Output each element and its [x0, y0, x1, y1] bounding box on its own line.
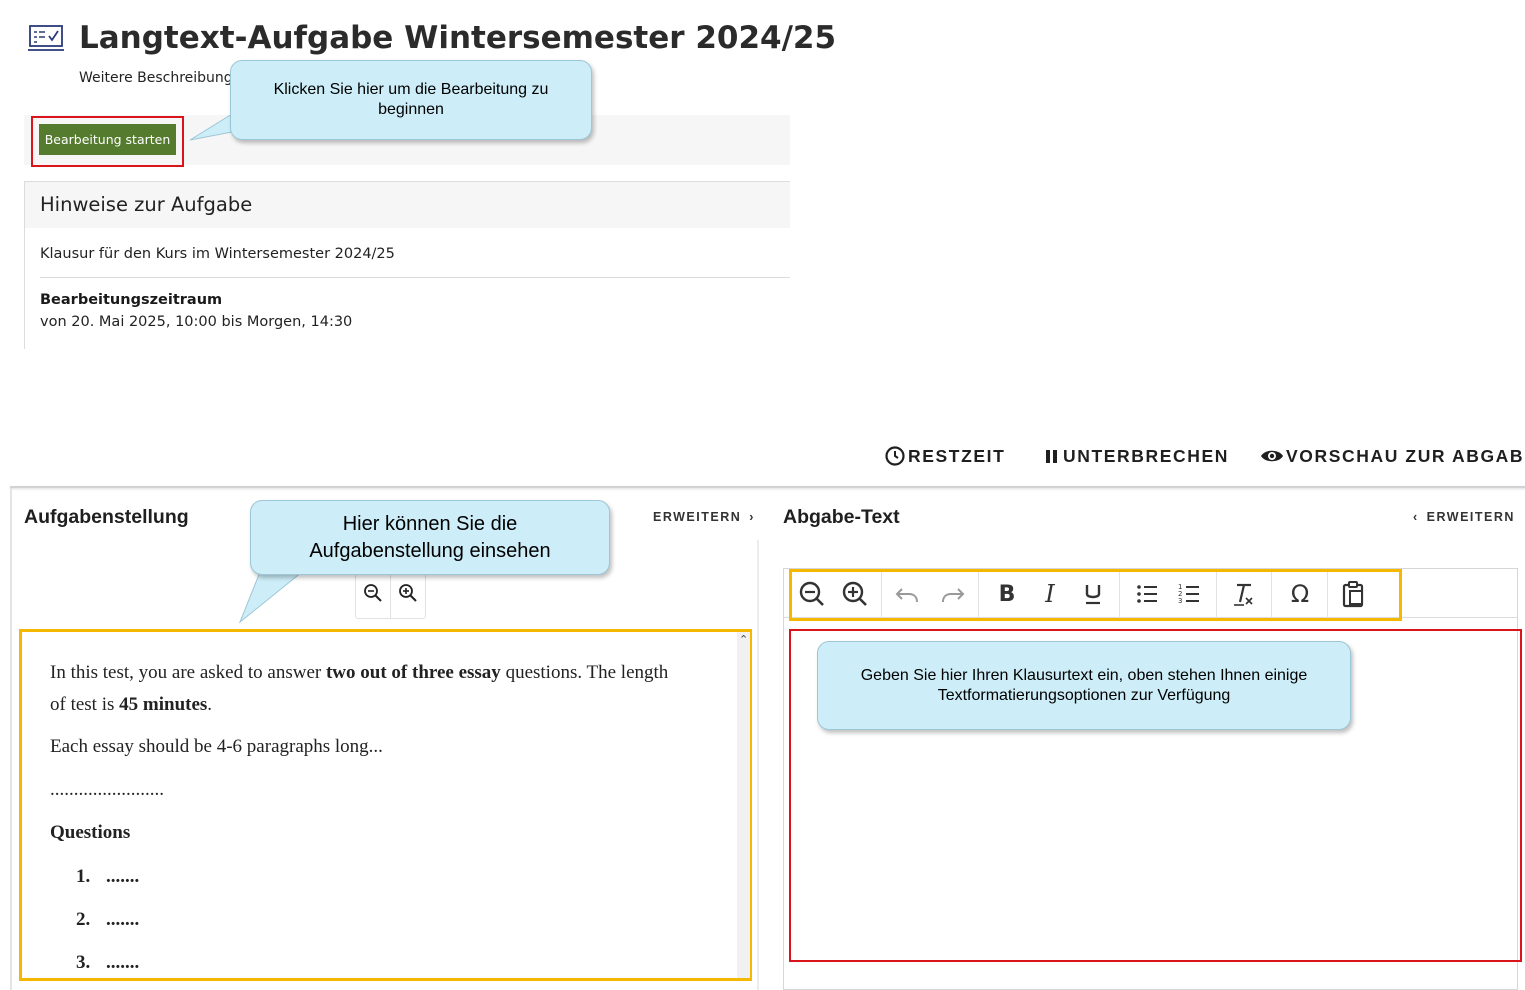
panel-border — [10, 488, 12, 990]
chevron-right-icon: › — [749, 510, 755, 524]
expand-submission-button[interactable]: ‹ ERWEITERN — [1413, 510, 1515, 524]
expand-label: ERWEITERN — [653, 510, 742, 524]
panel-border — [757, 540, 759, 990]
callout-editor: Geben Sie hier Ihren Klausurtext ein, ob… — [817, 641, 1351, 730]
start-editing-button[interactable]: Bearbeitung starten — [39, 124, 176, 155]
document-dots: ........................ — [50, 779, 164, 800]
page-description: Weitere Beschreibung — [79, 70, 233, 86]
hints-text: Klausur für den Kurs im Wintersemester 2… — [40, 246, 395, 262]
question-text: ....... — [106, 866, 140, 887]
question-text: ....... — [106, 952, 140, 973]
callout-pointer — [238, 571, 304, 624]
divider — [390, 573, 391, 619]
page-title: Langtext-Aufgabe Wintersemester 2024/25 — [79, 20, 837, 56]
question-text: ....... — [106, 909, 140, 930]
divider — [40, 277, 790, 278]
callout-task: Hier können Sie die Aufgabenstellung ein… — [250, 500, 610, 575]
document-scrollbar[interactable] — [737, 632, 750, 978]
document-paragraph: Each essay should be 4-6 paragraphs long… — [50, 736, 383, 757]
document-paragraph: In this test, you are asked to answer tw… — [50, 662, 669, 683]
question-number: 3. — [76, 952, 91, 973]
zoom-out-icon[interactable] — [362, 582, 384, 604]
question-number: 1. — [76, 866, 91, 887]
chevron-up-icon[interactable]: ⌃ — [739, 633, 748, 646]
pause-button[interactable]: UNTERBRECHEN — [1043, 444, 1229, 468]
clock-icon — [885, 446, 905, 466]
zoom-in-icon[interactable] — [397, 582, 419, 604]
toolbar-highlight — [789, 569, 1402, 621]
callout-pointer — [189, 113, 233, 141]
hints-title: Hinweise zur Aufgabe — [40, 193, 253, 216]
preview-button[interactable]: VORSCHAU ZUR ABGABE — [1260, 444, 1525, 468]
submission-panel-title: Abgabe-Text — [783, 506, 900, 528]
period-label: Bearbeitungszeitraum — [40, 292, 223, 308]
expand-task-button[interactable]: ERWEITERN › — [653, 510, 755, 524]
callout-start: Klicken Sie hier um die Bearbeitung zu b… — [230, 60, 592, 140]
question-number: 2. — [76, 909, 91, 930]
questions-heading: Questions — [50, 822, 131, 843]
task-list-icon — [28, 25, 64, 51]
task-panel-title: Aufgabenstellung — [24, 506, 189, 528]
eye-icon — [1261, 450, 1283, 462]
pause-label: UNTERBRECHEN — [1063, 445, 1230, 466]
divider — [10, 486, 1525, 488]
preview-label: VORSCHAU ZUR ABGABE — [1286, 445, 1525, 466]
period-value: von 20. Mai 2025, 10:00 bis Morgen, 14:3… — [40, 314, 353, 330]
expand-label: ERWEITERN — [1426, 510, 1515, 524]
remaining-time-button[interactable]: RESTZEIT — [884, 444, 1005, 468]
remaining-time-label: RESTZEIT — [908, 445, 1006, 466]
document-paragraph: of test is 45 minutes. — [50, 694, 213, 715]
pause-icon — [1046, 450, 1057, 463]
chevron-left-icon: ‹ — [1413, 510, 1419, 524]
